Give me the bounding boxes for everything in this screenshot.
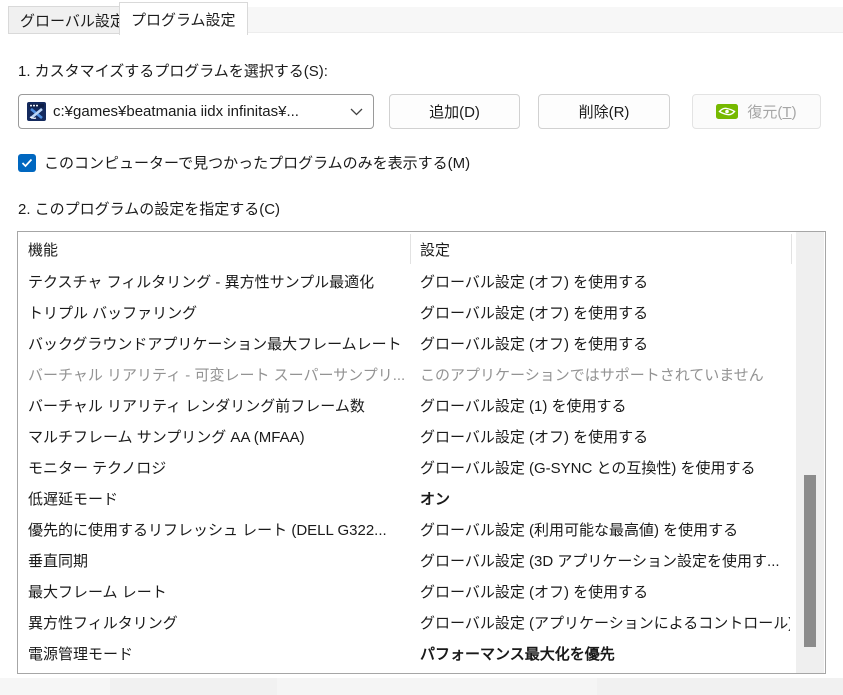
setting-column-header[interactable]: 設定: [420, 232, 450, 266]
chevron-down-icon: [350, 108, 363, 116]
program-select-dropdown[interactable]: c:¥games¥beatmania iidx infinitas¥...: [18, 94, 374, 129]
table-row[interactable]: バックグラウンドアプリケーション最大フレームレートグローバル設定 (オフ) を使…: [18, 328, 825, 359]
setting-cell: パフォーマンス最大化を優先: [420, 638, 790, 669]
setting-cell: グローバル設定 (アプリケーションによるコントロール) ...: [420, 607, 790, 638]
program-select-value: c:¥games¥beatmania iidx infinitas¥...: [53, 103, 344, 120]
tab-program-settings[interactable]: プログラム設定: [119, 2, 248, 35]
feature-cell: テクスチャ フィルタリング - 異方性サンプル最適化: [28, 266, 413, 297]
nvidia-eye-icon: [716, 104, 738, 119]
settings-table: 機能 設定 テクスチャ フィルタリング - 異方性サンプル最適化グローバル設定 …: [17, 231, 826, 674]
header-divider: [410, 234, 411, 264]
feature-cell: バーチャル リアリティ - 可変レート スーパーサンプリ...: [28, 359, 413, 390]
tab-global-settings-label: グローバル設定: [20, 10, 125, 31]
setting-cell: グローバル設定 (3D アプリケーション設定を使用す...: [420, 545, 790, 576]
beatmania-app-icon: [27, 102, 46, 121]
tab-strip-background: [241, 7, 843, 33]
setting-cell: グローバル設定 (オフ) を使用する: [420, 266, 790, 297]
bottom-strip-segment: [277, 678, 597, 695]
bottom-strip-segment: [0, 678, 110, 695]
setting-cell: オン: [420, 483, 790, 514]
table-row[interactable]: 低遅延モードオン: [18, 483, 825, 514]
setting-cell: グローバル設定 (オフ) を使用する: [420, 576, 790, 607]
header-divider: [791, 234, 792, 264]
feature-cell: 異方性フィルタリング: [28, 607, 413, 638]
setting-cell: グローバル設定 (G-SYNC との互換性) を使用する: [420, 452, 790, 483]
restore-button-label: 復元(T): [747, 101, 796, 122]
feature-cell: 電源管理モード: [28, 638, 413, 669]
table-row[interactable]: 優先的に使用するリフレッシュ レート (DELL G322...グローバル設定 …: [18, 514, 825, 545]
setting-cell: グローバル設定 (オフ) を使用する: [420, 328, 790, 359]
setting-cell: グローバル設定 (1) を使用する: [420, 390, 790, 421]
remove-button[interactable]: 削除(R): [538, 94, 670, 129]
window-bottom-strip: [0, 678, 843, 695]
table-row[interactable]: バーチャル リアリティ - 可変レート スーパーサンプリ...このアプリケーショ…: [18, 359, 825, 390]
feature-cell: 低遅延モード: [28, 483, 413, 514]
add-button-label: 追加(D): [429, 101, 480, 122]
show-found-programs-label: このコンピューターで見つかったプログラムのみを表示する(M): [44, 152, 470, 173]
setting-cell: このアプリケーションではサポートされていません: [420, 359, 790, 390]
feature-cell: 垂直同期: [28, 545, 413, 576]
tab-global-settings[interactable]: グローバル設定: [8, 6, 136, 34]
table-row[interactable]: 異方性フィルタリンググローバル設定 (アプリケーションによるコントロール) ..…: [18, 607, 825, 638]
feature-cell: 最大フレーム レート: [28, 576, 413, 607]
feature-column-header[interactable]: 機能: [28, 232, 58, 266]
table-row[interactable]: テクスチャ フィルタリング - 異方性サンプル最適化グローバル設定 (オフ) を…: [18, 266, 825, 297]
checkbox-checked-icon[interactable]: [18, 154, 36, 172]
select-program-title: 1. カスタマイズするプログラムを選択する(S):: [18, 60, 328, 81]
table-row[interactable]: 垂直同期グローバル設定 (3D アプリケーション設定を使用す...: [18, 545, 825, 576]
table-body: テクスチャ フィルタリング - 異方性サンプル最適化グローバル設定 (オフ) を…: [18, 266, 825, 669]
table-row[interactable]: 最大フレーム レートグローバル設定 (オフ) を使用する: [18, 576, 825, 607]
feature-cell: モニター テクノロジ: [28, 452, 413, 483]
table-row[interactable]: モニター テクノロジグローバル設定 (G-SYNC との互換性) を使用する: [18, 452, 825, 483]
vertical-scrollbar-thumb[interactable]: [804, 475, 816, 647]
vertical-scrollbar-track[interactable]: [796, 232, 824, 673]
feature-cell: 優先的に使用するリフレッシュ レート (DELL G322...: [28, 514, 413, 545]
add-button[interactable]: 追加(D): [389, 94, 520, 129]
setting-cell: グローバル設定 (利用可能な最高値) を使用する: [420, 514, 790, 545]
feature-cell: マルチフレーム サンプリング AA (MFAA): [28, 421, 413, 452]
feature-cell: バックグラウンドアプリケーション最大フレームレート: [28, 328, 413, 359]
table-header-row: 機能 設定: [18, 232, 825, 266]
setting-cell: グローバル設定 (オフ) を使用する: [420, 421, 790, 452]
remove-button-label: 削除(R): [579, 101, 630, 122]
table-row[interactable]: バーチャル リアリティ レンダリング前フレーム数グローバル設定 (1) を使用す…: [18, 390, 825, 421]
setting-cell: グローバル設定 (オフ) を使用する: [420, 297, 790, 328]
table-row[interactable]: マルチフレーム サンプリング AA (MFAA)グローバル設定 (オフ) を使用…: [18, 421, 825, 452]
feature-cell: トリプル バッファリング: [28, 297, 413, 328]
tab-program-settings-label: プログラム設定: [131, 9, 236, 30]
show-found-programs-checkbox-row[interactable]: このコンピューターで見つかったプログラムのみを表示する(M): [18, 152, 470, 173]
feature-cell: バーチャル リアリティ レンダリング前フレーム数: [28, 390, 413, 421]
specify-settings-title: 2. このプログラムの設定を指定する(C): [18, 198, 280, 219]
table-row[interactable]: トリプル バッファリンググローバル設定 (オフ) を使用する: [18, 297, 825, 328]
restore-button[interactable]: 復元(T): [692, 94, 821, 129]
table-row[interactable]: 電源管理モードパフォーマンス最大化を優先: [18, 638, 825, 669]
